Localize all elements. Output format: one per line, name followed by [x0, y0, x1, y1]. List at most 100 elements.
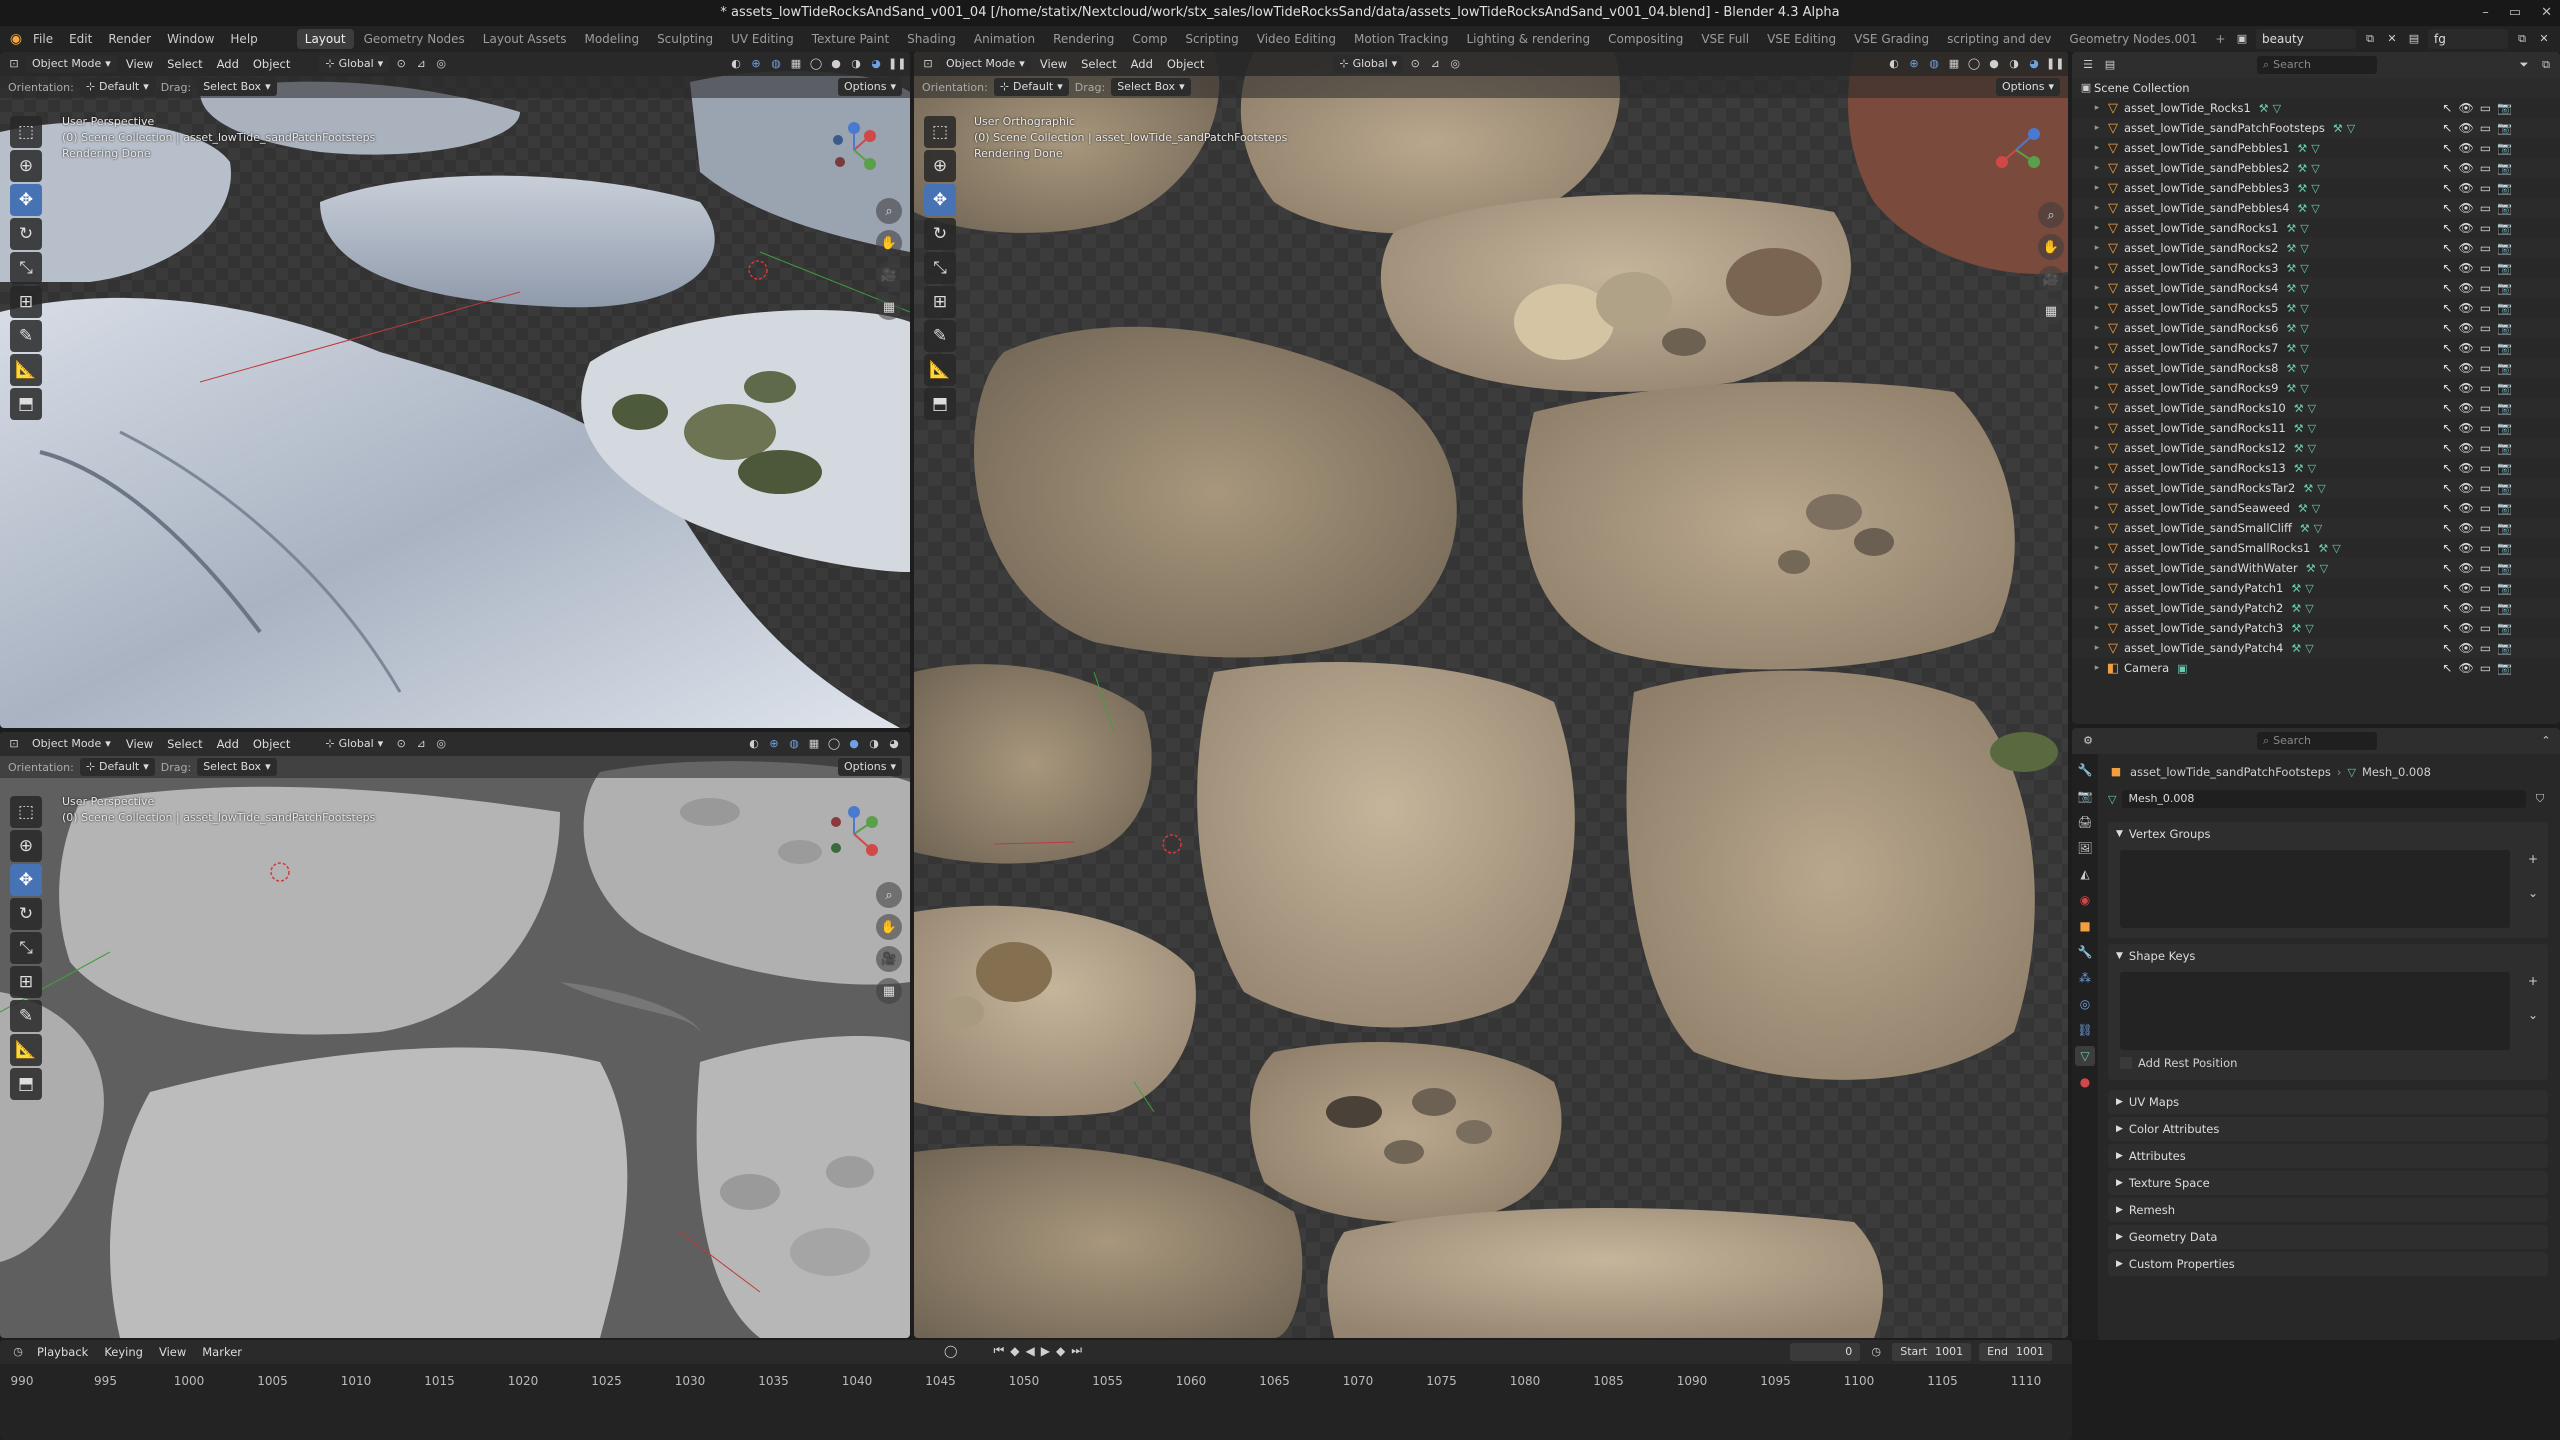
proportional-edit-icon[interactable]: ◎	[433, 736, 449, 752]
viewport-toggle-icon[interactable]: ▭	[2480, 381, 2491, 395]
delete-scene-icon[interactable]: ✕	[2384, 31, 2400, 47]
modifier-wrench-icon[interactable]: ⚒	[2297, 202, 2307, 215]
viewport-toggle-icon[interactable]: ▭	[2480, 141, 2491, 155]
wireframe-shading-icon[interactable]: ◯	[808, 56, 824, 72]
modifier-wrench-icon[interactable]: ⚒	[2294, 422, 2304, 435]
menu-window[interactable]: Window	[160, 32, 221, 46]
eye-icon[interactable]: 👁	[2458, 521, 2473, 535]
viewport-toggle-icon[interactable]: ▭	[2480, 561, 2491, 575]
mode-dropdown[interactable]: Object Mode ▾	[940, 55, 1031, 73]
tab-sculpting[interactable]: Sculpting	[649, 29, 721, 49]
render-toggle-icon[interactable]: 📷	[2497, 121, 2512, 135]
select-toggle-icon[interactable]: ↖	[2442, 521, 2452, 535]
outliner-item[interactable]: ▸ ▽ asset_lowTide_sandRocks5 ⚒ ▽ ↖ 👁 ▭ 📷	[2072, 298, 2560, 318]
select-toggle-icon[interactable]: ↖	[2442, 321, 2452, 335]
menu-select[interactable]: Select	[162, 57, 207, 71]
outliner-search-input[interactable]: ⌕ Search	[2257, 56, 2377, 74]
wireframe-shading-icon[interactable]: ◯	[1966, 56, 1982, 72]
outliner-item[interactable]: ▸ ▽ asset_lowTide_sandWithWater ⚒ ▽ ↖ 👁 ▭ 📷	[2072, 558, 2560, 578]
render-toggle-icon[interactable]: 📷	[2497, 561, 2512, 575]
wireframe-shading-icon[interactable]: ◯	[826, 736, 842, 752]
pan-hand-icon[interactable]: ✋	[2038, 234, 2064, 260]
expand-arrow-icon[interactable]: ▸	[2090, 223, 2104, 233]
select-box-tool-icon[interactable]: ⬚	[10, 116, 42, 148]
shape-keys-list[interactable]	[2120, 972, 2510, 1050]
mesh-data-icon[interactable]: ▽	[2300, 222, 2308, 235]
modifier-wrench-icon[interactable]: ⚒	[2318, 542, 2328, 555]
zoom-icon[interactable]: ⌕	[2038, 202, 2064, 228]
mesh-data-icon[interactable]: ▽	[2300, 242, 2308, 255]
viewport-bottom-left[interactable]: ⊡ Object Mode ▾ View Select Add Object ⊹…	[0, 732, 910, 1338]
mesh-data-icon[interactable]: ▽	[2300, 362, 2308, 375]
select-toggle-icon[interactable]: ↖	[2442, 481, 2452, 495]
mode-dropdown[interactable]: Object Mode ▾	[26, 55, 117, 73]
modifier-wrench-icon[interactable]: ⚒	[2286, 222, 2296, 235]
viewport-top-left[interactable]: ⊡ Object Mode ▾ View Select Add Object ⊹…	[0, 52, 910, 728]
expand-arrow-icon[interactable]: ▸	[2090, 423, 2104, 433]
modifier-wrench-icon[interactable]: ⚒	[2291, 622, 2301, 635]
menu-object[interactable]: Object	[248, 57, 295, 71]
viewport-toggle-icon[interactable]: ▭	[2480, 541, 2491, 555]
eye-icon[interactable]: 👁	[2458, 341, 2473, 355]
outliner-item[interactable]: ▸ ▽ asset_lowTide_sandRocksTar2 ⚒ ▽ ↖ 👁 ▭ 📷	[2072, 478, 2560, 498]
annotate-tool-icon[interactable]: ✎	[10, 1000, 42, 1032]
outliner-editor-type-icon[interactable]: ☰	[2080, 57, 2096, 73]
viewport-toggle-icon[interactable]: ▭	[2480, 481, 2491, 495]
eye-icon[interactable]: 👁	[2458, 481, 2473, 495]
rendered-shading-icon[interactable]: ◕	[886, 736, 902, 752]
snap-icon[interactable]: ⊿	[1427, 56, 1443, 72]
add-workspace-button[interactable]: +	[2207, 29, 2233, 49]
select-toggle-icon[interactable]: ↖	[2442, 461, 2452, 475]
new-collection-icon[interactable]: ⧉	[2538, 57, 2554, 73]
menu-view[interactable]: View	[121, 737, 158, 751]
select-toggle-icon[interactable]: ↖	[2442, 401, 2452, 415]
ortho-grid-icon[interactable]: ▦	[2038, 298, 2064, 324]
render-toggle-icon[interactable]: 📷	[2497, 301, 2512, 315]
transform-orientation-dropdown[interactable]: ⊹ Global ▾	[319, 55, 390, 73]
select-toggle-icon[interactable]: ↖	[2442, 501, 2452, 515]
rotate-tool-icon[interactable]: ↻	[10, 898, 42, 930]
navigation-gizmo[interactable]	[822, 118, 886, 182]
shape-key-specials-icon[interactable]: ⌄	[2528, 1008, 2538, 1022]
scene-selector[interactable]: beauty	[2256, 29, 2356, 49]
modifier-wrench-icon[interactable]: ⚒	[2286, 262, 2296, 275]
render-toggle-icon[interactable]: 📷	[2497, 141, 2512, 155]
select-box-tool-icon[interactable]: ⬚	[10, 796, 42, 828]
visibility-icon[interactable]: ◐	[728, 56, 744, 72]
viewport-main[interactable]: ⊡ Object Mode ▾ View Select Add Object ⊹…	[914, 52, 2068, 1338]
outliner-item[interactable]: ▸ ▽ asset_lowTide_sandRocks6 ⚒ ▽ ↖ 👁 ▭ 📷	[2072, 318, 2560, 338]
render-toggle-icon[interactable]: 📷	[2497, 441, 2512, 455]
expand-arrow-icon[interactable]: ▸	[2090, 283, 2104, 293]
add-cube-tool-icon[interactable]: ⬒	[924, 388, 956, 420]
viewport-toggle-icon[interactable]: ▭	[2480, 661, 2491, 675]
cursor-tool-icon[interactable]: ⊕	[10, 150, 42, 182]
move-tool-icon[interactable]: ✥	[10, 184, 42, 216]
mesh-data-icon[interactable]: ▽	[2320, 562, 2328, 575]
menu-add[interactable]: Add	[1126, 57, 1158, 71]
modifier-wrench-icon[interactable]: ⚒	[2259, 102, 2269, 115]
blender-logo-icon[interactable]: ◉	[8, 31, 24, 47]
modifier-wrench-icon[interactable]: ⚒	[2291, 582, 2301, 595]
gizmo-icon[interactable]: ⊕	[766, 736, 782, 752]
select-toggle-icon[interactable]: ↖	[2442, 261, 2452, 275]
measure-tool-icon[interactable]: 📐	[924, 354, 956, 386]
select-toggle-icon[interactable]: ↖	[2442, 641, 2452, 655]
cursor-tool-icon[interactable]: ⊕	[10, 830, 42, 862]
ortho-grid-icon[interactable]: ▦	[876, 978, 902, 1004]
zoom-icon[interactable]: ⌕	[876, 882, 902, 908]
menu-object[interactable]: Object	[248, 737, 295, 751]
viewport-toggle-icon[interactable]: ▭	[2480, 361, 2491, 375]
vertex-groups-header[interactable]: ▼ Vertex Groups	[2108, 822, 2548, 846]
render-toggle-icon[interactable]: 📷	[2497, 661, 2512, 675]
add-cube-tool-icon[interactable]: ⬒	[10, 388, 42, 420]
mode-dropdown[interactable]: Object Mode ▾	[26, 735, 117, 753]
expand-arrow-icon[interactable]: ▸	[2090, 663, 2104, 673]
tab-geometry-nodes-001[interactable]: Geometry Nodes.001	[2061, 29, 2205, 49]
expand-arrow-icon[interactable]: ▸	[2090, 463, 2104, 473]
filter-icon[interactable]: ⏷	[2516, 57, 2532, 73]
expand-arrow-icon[interactable]: ▸	[2090, 323, 2104, 333]
viewport-toggle-icon[interactable]: ▭	[2480, 621, 2491, 635]
minimize-button[interactable]: –	[2482, 0, 2489, 26]
mesh-data-icon[interactable]: ▽	[2300, 322, 2308, 335]
select-toggle-icon[interactable]: ↖	[2442, 141, 2452, 155]
